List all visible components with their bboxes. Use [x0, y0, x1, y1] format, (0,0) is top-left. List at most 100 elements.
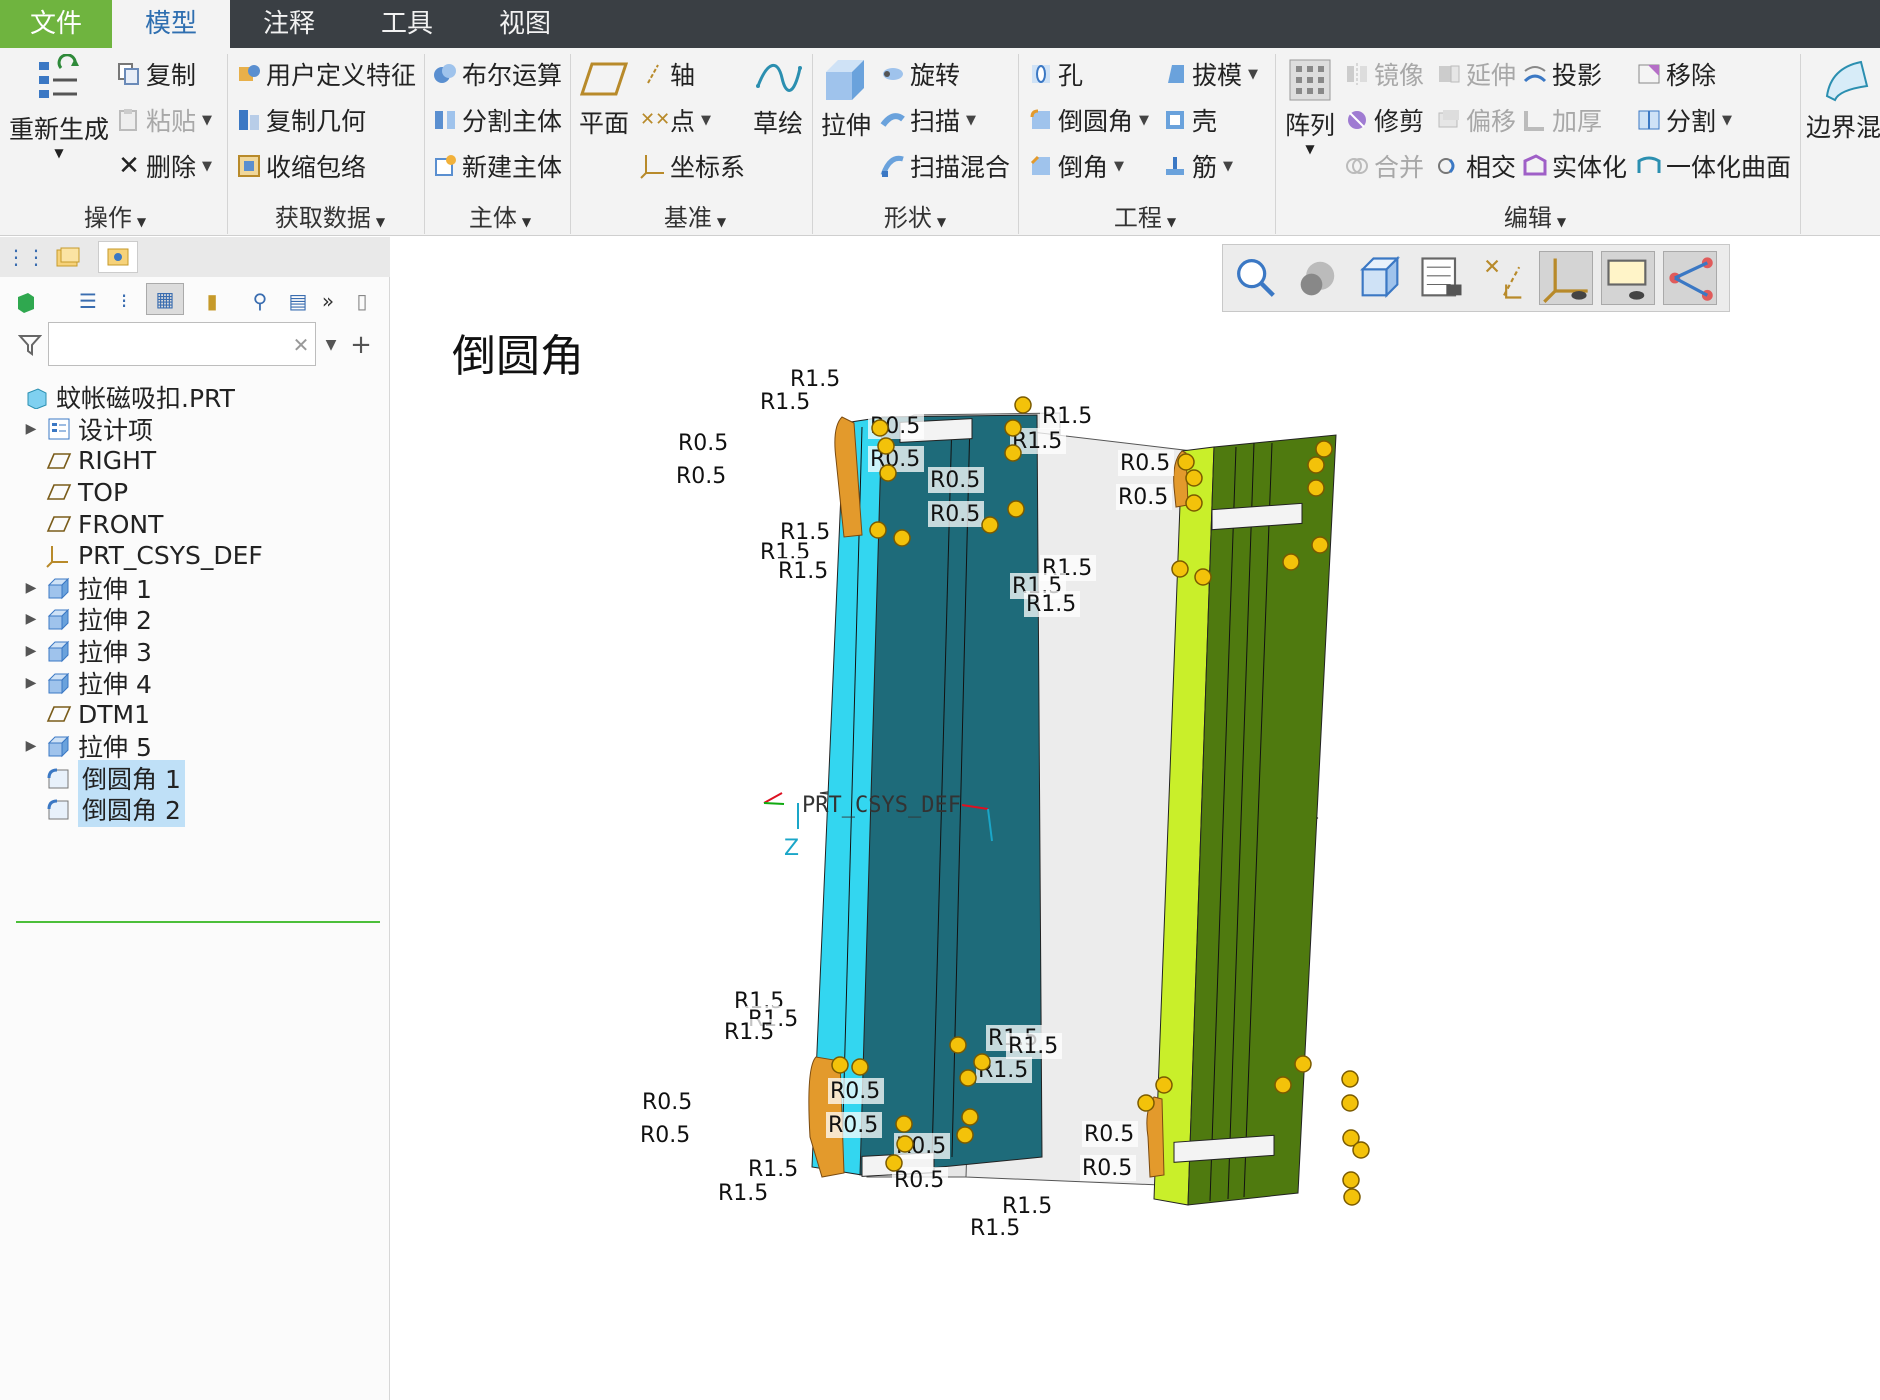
- tree-item[interactable]: RIGHT: [0, 443, 156, 479]
- round-drag-handle[interactable]: [1352, 1141, 1370, 1159]
- clear-search-icon[interactable]: ✕: [290, 329, 312, 361]
- tree-filter-settings-icon[interactable]: ⚲: [244, 285, 276, 317]
- round-drag-handle[interactable]: [1343, 1188, 1361, 1206]
- round-drag-handle[interactable]: [895, 1115, 913, 1133]
- group-label-datum[interactable]: 基准 ▼: [620, 198, 770, 233]
- merge-button[interactable]: 合并: [1344, 148, 1424, 184]
- tab-tools[interactable]: 工具: [348, 0, 466, 48]
- tree-item[interactable]: ▶ 拉伸 1: [0, 570, 152, 606]
- shrinkwrap-button[interactable]: 收缩包络: [236, 148, 366, 184]
- tree-item[interactable]: TOP: [0, 474, 128, 510]
- radius-dimension[interactable]: R0.5: [642, 1090, 692, 1115]
- radius-dimension[interactable]: R1.5: [1042, 404, 1092, 429]
- regenerate-dropdown-icon[interactable]: ▼: [6, 146, 112, 160]
- revolve-button[interactable]: 旋转: [880, 56, 960, 92]
- round-drag-handle[interactable]: [949, 1036, 967, 1054]
- radius-dimension[interactable]: R0.5: [640, 1123, 690, 1148]
- mirror-button[interactable]: 镜像: [1344, 56, 1424, 92]
- thicken-button[interactable]: 加厚: [1522, 102, 1602, 138]
- radius-dimension[interactable]: R0.5: [678, 431, 728, 456]
- tree-search-input[interactable]: [48, 322, 316, 366]
- radius-dimension[interactable]: R1.5: [718, 1181, 768, 1206]
- regenerate-button[interactable]: 重新生成 ▼: [6, 54, 112, 160]
- draft-button[interactable]: 拔模 ▼: [1162, 56, 1258, 92]
- sketch-button[interactable]: 草绘: [748, 56, 808, 140]
- copy-button[interactable]: 复制: [116, 56, 196, 92]
- expand-arrow-icon[interactable]: ▶: [20, 675, 42, 691]
- radius-dimension[interactable]: R1.5: [1026, 592, 1076, 617]
- round-drag-handle[interactable]: [1342, 1171, 1360, 1189]
- round-drag-handle[interactable]: [981, 516, 999, 534]
- radius-dimension[interactable]: R0.5: [930, 468, 980, 493]
- tree-layers-icon[interactable]: ▤: [282, 285, 314, 317]
- solidify-button[interactable]: 实体化: [1522, 148, 1627, 184]
- delete-button[interactable]: ✕ 删除 ▼: [116, 148, 212, 184]
- split-dropdown-icon[interactable]: ▼: [1722, 113, 1732, 128]
- round-drag-handle[interactable]: [896, 1135, 914, 1153]
- unify-surface-button[interactable]: 一体化曲面: [1636, 148, 1791, 184]
- group-label-operations[interactable]: 操作 ▼: [40, 198, 190, 233]
- chamfer-dropdown-icon[interactable]: ▼: [1114, 159, 1124, 174]
- tree-item[interactable]: ▶ 拉伸 5: [0, 728, 152, 764]
- tree-item[interactable]: PRT_CSYS_DEF: [0, 538, 263, 574]
- boolean-button[interactable]: 布尔运算: [432, 56, 562, 92]
- round-drag-handle[interactable]: [871, 419, 889, 437]
- paste-dropdown-icon[interactable]: ▼: [202, 113, 212, 128]
- radius-dimension[interactable]: R0.5: [1082, 1156, 1132, 1181]
- new-body-button[interactable]: 新建主体: [432, 148, 562, 184]
- tree-folder-icon[interactable]: ▮: [196, 285, 228, 317]
- round-drag-handle[interactable]: [1007, 500, 1025, 518]
- round-drag-handle[interactable]: [1282, 553, 1300, 571]
- tab-view[interactable]: 视图: [466, 0, 584, 48]
- round-drag-handle[interactable]: [869, 521, 887, 539]
- round-drag-handle[interactable]: [1307, 456, 1325, 474]
- add-filter-icon[interactable]: +: [348, 329, 374, 361]
- radius-dimension[interactable]: R1.5: [970, 1216, 1020, 1241]
- round-drag-handle[interactable]: [1307, 479, 1325, 497]
- expand-arrow-icon[interactable]: ▶: [20, 580, 42, 596]
- round-dropdown-icon[interactable]: ▼: [1139, 113, 1149, 128]
- radius-dimension[interactable]: R0.5: [894, 1168, 944, 1193]
- tree-item[interactable]: 倒圆角 2: [0, 791, 185, 828]
- pattern-button[interactable]: 阵列 ▼: [1280, 58, 1340, 156]
- tree-item[interactable]: ▶ 设计项: [0, 411, 153, 447]
- remove-button[interactable]: 移除: [1636, 56, 1716, 92]
- boundary-blend-button[interactable]: 边界混: [1806, 56, 1880, 144]
- radius-dimension[interactable]: R0.5: [1118, 485, 1168, 510]
- tree-root[interactable]: 蚊帐磁吸扣.PRT: [0, 379, 235, 415]
- tree-item[interactable]: ▶ 拉伸 4: [0, 665, 152, 701]
- round-drag-handle[interactable]: [1294, 1055, 1312, 1073]
- round-drag-handle[interactable]: [1155, 1076, 1173, 1094]
- trim-button[interactable]: 修剪: [1344, 102, 1424, 138]
- radius-dimension[interactable]: R0.5: [676, 464, 726, 489]
- split-button[interactable]: 分割 ▼: [1636, 102, 1732, 138]
- more-tools-icon[interactable]: »: [316, 285, 340, 317]
- copy-geometry-button[interactable]: 复制几何: [236, 102, 366, 138]
- tree-item[interactable]: FRONT: [0, 506, 163, 542]
- round-drag-handle[interactable]: [959, 1069, 977, 1087]
- radius-dimension[interactable]: R1.5: [724, 1020, 774, 1045]
- radius-dimension[interactable]: R0.5: [1120, 451, 1170, 476]
- tree-item[interactable]: DTM1: [0, 696, 150, 732]
- group-label-get-data[interactable]: 获取数据 ▼: [240, 198, 420, 233]
- axis-button[interactable]: 轴: [640, 56, 695, 92]
- tree-document-icon[interactable]: ▯: [346, 285, 378, 317]
- radius-dimension[interactable]: R0.5: [828, 1113, 878, 1138]
- insert-indicator[interactable]: [16, 921, 380, 923]
- expand-arrow-icon[interactable]: ▶: [20, 643, 42, 659]
- plane-button[interactable]: 平面: [574, 56, 634, 140]
- split-body-button[interactable]: 分割主体: [432, 102, 562, 138]
- round-drag-handle[interactable]: [1185, 469, 1203, 487]
- hole-button[interactable]: 孔: [1028, 56, 1083, 92]
- point-dropdown-icon[interactable]: ▼: [701, 113, 711, 128]
- round-drag-handle[interactable]: [1004, 444, 1022, 462]
- csys-button[interactable]: 坐标系: [640, 148, 745, 184]
- round-drag-handle[interactable]: [1341, 1094, 1359, 1112]
- group-label-editing[interactable]: 编辑 ▼: [1480, 198, 1590, 233]
- favorites-tab-icon[interactable]: [98, 241, 138, 273]
- round-drag-handle[interactable]: [956, 1126, 974, 1144]
- round-drag-handle[interactable]: [1311, 536, 1329, 554]
- search-dropdown-icon[interactable]: ▼: [320, 329, 342, 361]
- extend-button[interactable]: 延伸: [1436, 56, 1516, 92]
- round-drag-handle[interactable]: [877, 437, 895, 455]
